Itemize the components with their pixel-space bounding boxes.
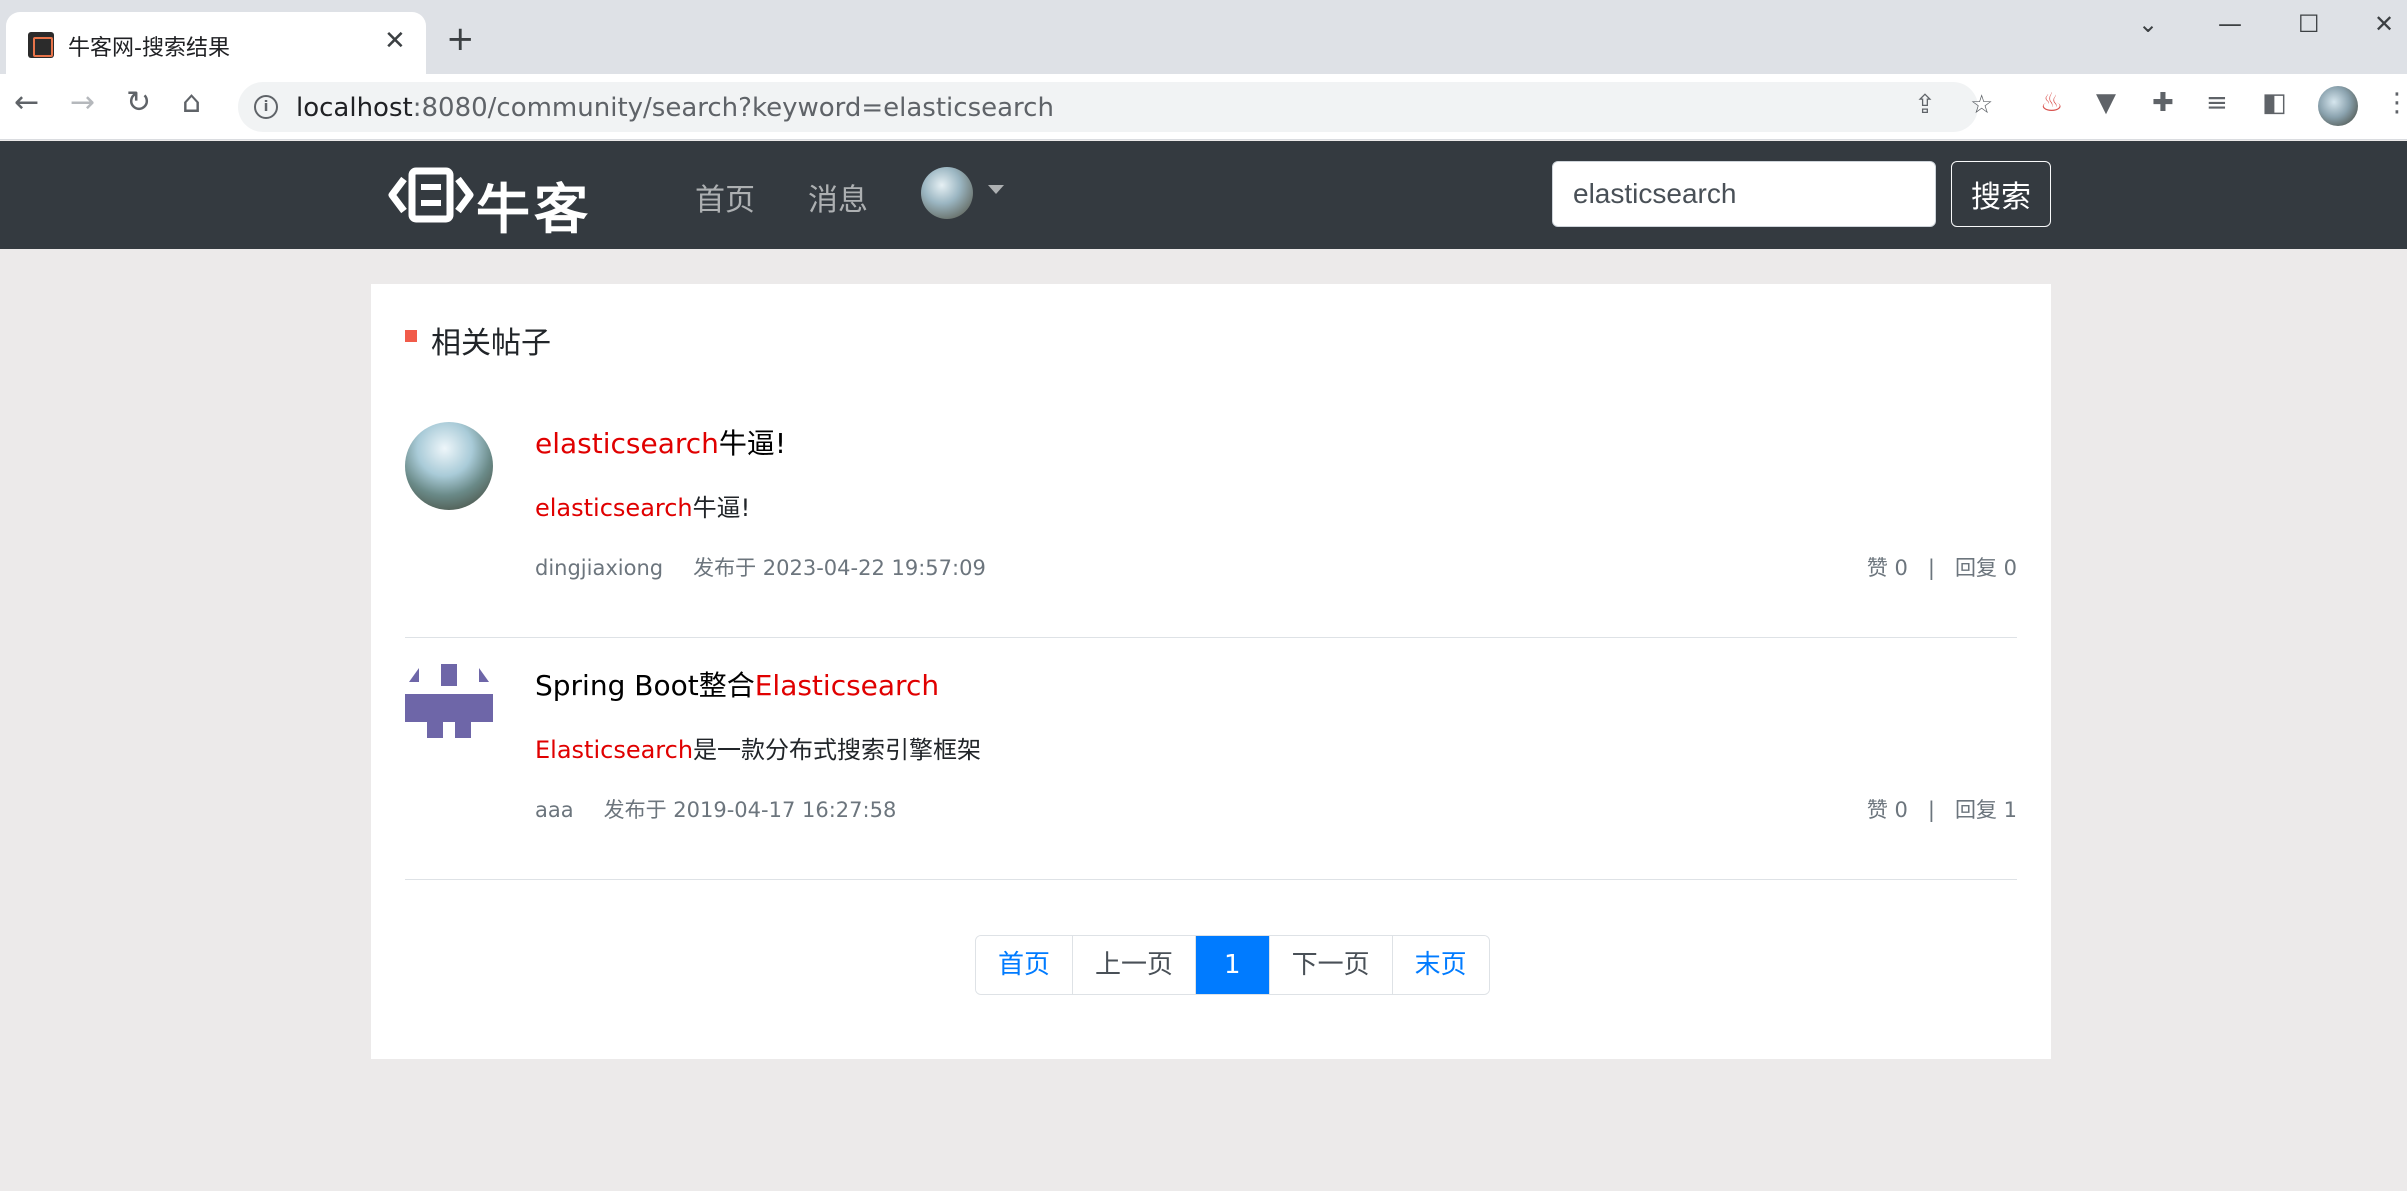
post-meta: aaa 发布于 2019-04-17 16:27:58 — [535, 794, 896, 824]
site-logo[interactable]: 牛客 — [388, 161, 618, 241]
post-likes: 赞 0 — [1866, 556, 1908, 580]
address-bar[interactable]: i localhost:8080/community/search?keywor… — [238, 82, 1993, 132]
page-first-link[interactable]: 首页 — [976, 936, 1074, 994]
page-last-link[interactable]: 末页 — [1392, 936, 1489, 994]
close-window-icon[interactable]: ✕ — [2374, 12, 2394, 36]
home-icon[interactable]: ⌂ — [182, 88, 201, 118]
browser-toolbar: ← → ↻ ⌂ i localhost:8080/community/searc… — [0, 74, 2407, 140]
tab-title: 牛客网-搜索结果 — [68, 36, 230, 61]
search-button[interactable]: 搜索 — [1951, 161, 2051, 227]
reading-list-icon[interactable]: ≡ — [2206, 90, 2228, 116]
section-title: 相关帖子 — [431, 326, 551, 361]
site-info-icon[interactable]: i — [254, 95, 278, 119]
author-avatar[interactable] — [405, 664, 493, 752]
post-stats: 赞 0 | 回复 0 — [1866, 556, 2017, 580]
post-author: aaa — [535, 798, 574, 822]
post-likes: 赞 0 — [1866, 798, 1908, 822]
post-title-link[interactable]: elasticsearch牛逼! — [535, 422, 786, 462]
menu-kebab-icon[interactable]: ⋮ — [2384, 90, 2407, 116]
browser-tabstrip: 牛客网-搜索结果 ✕ + ⌄ — ☐ ✕ — [0, 0, 2407, 74]
side-panel-icon[interactable]: ◧ — [2262, 90, 2287, 116]
extensions-puzzle-icon[interactable]: ✚ — [2152, 90, 2174, 116]
logo-mark-icon — [388, 167, 474, 223]
site-header: 牛客 首页 消息 搜索 — [0, 141, 2407, 249]
post-excerpt: elasticsearch牛逼! — [535, 494, 751, 522]
post-replies: 回复 0 — [1954, 556, 2017, 580]
user-dropdown-caret-icon[interactable] — [988, 185, 1004, 194]
minimize-icon[interactable]: — — [2218, 12, 2242, 36]
profile-avatar[interactable] — [2318, 86, 2358, 126]
post-time: 发布于 2019-04-17 16:27:58 — [603, 798, 897, 822]
maximize-icon[interactable]: ☐ — [2298, 12, 2320, 36]
search-results-card: 相关帖子 elasticsearch牛逼! elasticsearch牛逼! d… — [371, 284, 2051, 1059]
post-excerpt: Elasticsearch是一款分布式搜索引擎框架 — [535, 736, 982, 764]
logo-text: 牛客 — [476, 178, 592, 241]
browser-tab[interactable]: 牛客网-搜索结果 ✕ — [6, 12, 426, 74]
tab-search-icon[interactable]: ⌄ — [2138, 12, 2158, 36]
reload-icon[interactable]: ↻ — [126, 88, 151, 118]
page-prev-link[interactable]: 上一页 — [1073, 936, 1197, 994]
search-input[interactable] — [1552, 161, 1936, 227]
share-icon[interactable]: ⇪ — [1914, 92, 1936, 118]
url-text: localhost:8080/community/search?keyword=… — [296, 93, 1054, 123]
post-title-link[interactable]: Spring Boot整合Elasticsearch — [535, 664, 939, 704]
forward-icon[interactable]: → — [70, 88, 95, 118]
post-replies: 回复 1 — [1954, 798, 2017, 822]
close-tab-icon[interactable]: ✕ — [384, 28, 406, 54]
back-icon[interactable]: ← — [14, 88, 39, 118]
list-item: elasticsearch牛逼! elasticsearch牛逼! dingji… — [405, 422, 2017, 638]
page-next-link[interactable]: 下一页 — [1269, 936, 1393, 994]
list-item: Spring Boot整合Elasticsearch Elasticsearch… — [405, 664, 2017, 880]
new-tab-icon[interactable]: + — [446, 22, 475, 56]
page-current[interactable]: 1 — [1196, 936, 1270, 994]
identicon-icon — [405, 664, 493, 752]
nav-messages-link[interactable]: 消息 — [808, 175, 868, 219]
extension-red-icon[interactable]: ♨ — [2040, 90, 2063, 116]
user-avatar[interactable] — [921, 167, 973, 219]
author-avatar[interactable] — [405, 422, 493, 510]
nav-home-link[interactable]: 首页 — [695, 175, 755, 219]
site-favicon-icon — [28, 32, 54, 58]
post-time: 发布于 2023-04-22 19:57:09 — [693, 556, 986, 580]
post-stats: 赞 0 | 回复 1 — [1866, 798, 2017, 822]
pagination: 首页 上一页 1 下一页 末页 — [975, 935, 1490, 995]
post-author: dingjiaxiong — [535, 556, 664, 580]
bookmark-star-icon[interactable]: ☆ — [1970, 92, 1993, 118]
post-meta: dingjiaxiong 发布于 2023-04-22 19:57:09 — [535, 552, 986, 582]
vue-devtools-icon[interactable]: ▼ — [2096, 90, 2116, 116]
